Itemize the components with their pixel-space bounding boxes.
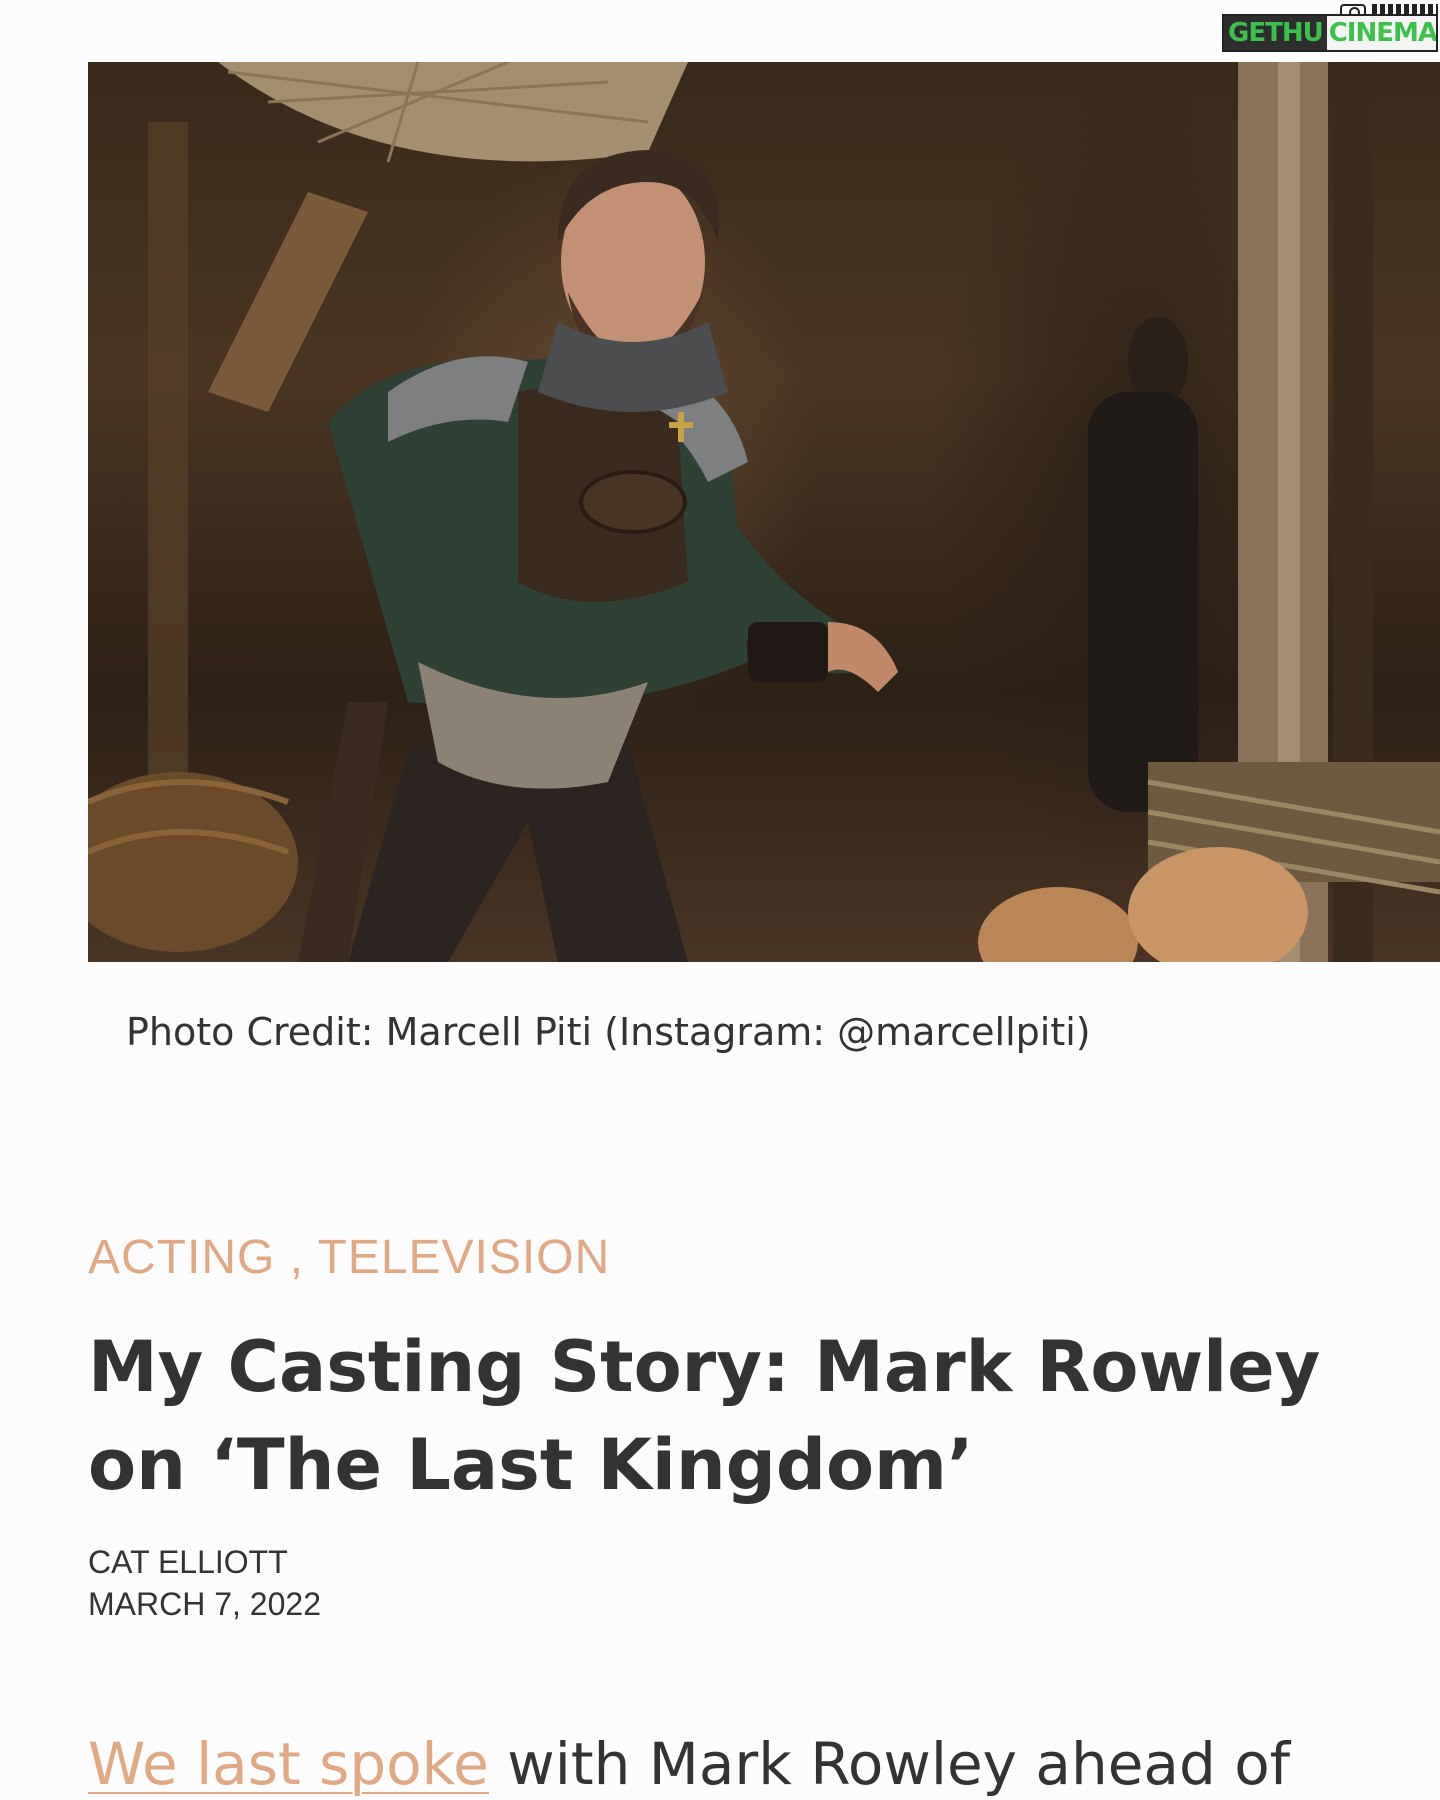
- logo-text-left: GETHU: [1224, 16, 1327, 50]
- lead-text: with Mark Rowley ahead of: [488, 1730, 1291, 1798]
- hero-image: [88, 62, 1440, 962]
- logo-text-right: CINEMA: [1326, 16, 1437, 50]
- author-name[interactable]: CAT ELLIOTT: [88, 1544, 288, 1581]
- film-strip-icon: [1372, 4, 1438, 14]
- publish-date: MARCH 7, 2022: [88, 1586, 321, 1622]
- category-separator: ,: [275, 1231, 318, 1284]
- category-list: ACTING , TELEVISION: [88, 1230, 610, 1285]
- lead-link[interactable]: We last spoke: [88, 1730, 489, 1798]
- category-link-television[interactable]: TELEVISION: [317, 1231, 610, 1284]
- lead-paragraph: We last spoke with Mark Rowley ahead of: [88, 1730, 1290, 1798]
- photo-caption: Photo Credit: Marcell Piti (Instagram: @…: [126, 1010, 1091, 1054]
- watermark-logo: GETHU CINEMA: [1222, 4, 1440, 56]
- article-title: My Casting Story: Mark Rowley on ‘The La…: [88, 1326, 1321, 1506]
- category-link-acting[interactable]: ACTING: [88, 1231, 275, 1284]
